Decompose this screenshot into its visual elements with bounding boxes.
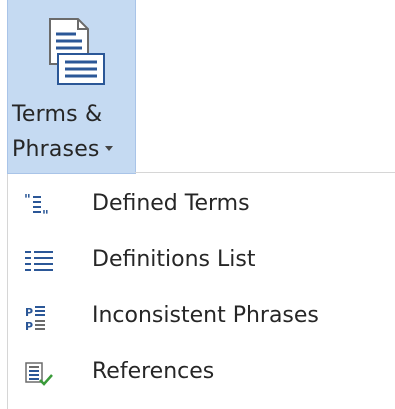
list-icon bbox=[25, 251, 53, 271]
button-label-line2-wrapper[interactable]: Phrases bbox=[12, 137, 113, 162]
svg-text:": " bbox=[42, 209, 49, 222]
menu-item-label: References bbox=[92, 359, 215, 384]
terms-and-phrases-button-top[interactable] bbox=[8, 0, 135, 92]
terms-document-icon bbox=[49, 18, 105, 85]
menu-item-references[interactable]: References bbox=[8, 348, 395, 400]
svg-text:P: P bbox=[25, 320, 33, 333]
menu-item-definitions-list[interactable]: Definitions List bbox=[8, 236, 395, 288]
ribbon-divider bbox=[135, 172, 395, 173]
ribbon-group: Terms & Phrases bbox=[0, 0, 395, 175]
svg-text:P: P bbox=[25, 306, 33, 319]
menu-item-inconsistent-phrases[interactable]: P P Inconsistent Phrases bbox=[8, 292, 395, 344]
reference-check-icon bbox=[25, 362, 53, 386]
menu-item-label: Inconsistent Phrases bbox=[92, 303, 319, 328]
terms-and-phrases-button[interactable]: Terms & Phrases bbox=[7, 0, 136, 174]
button-label-line1: Terms & bbox=[12, 102, 103, 127]
button-label-line2: Phrases bbox=[12, 137, 100, 162]
menu-item-label: Definitions List bbox=[92, 247, 256, 272]
chevron-down-icon[interactable] bbox=[104, 145, 113, 151]
quote-list-icon: " " bbox=[24, 193, 49, 222]
svg-text:": " bbox=[24, 193, 31, 208]
phrase-compare-icon: P P bbox=[25, 306, 45, 333]
menu-item-defined-terms[interactable]: " " Defined Terms bbox=[8, 180, 395, 232]
terms-phrases-menu: " " Defined Terms Definitions List P P I… bbox=[7, 174, 395, 409]
menu-item-label: Defined Terms bbox=[92, 191, 250, 216]
